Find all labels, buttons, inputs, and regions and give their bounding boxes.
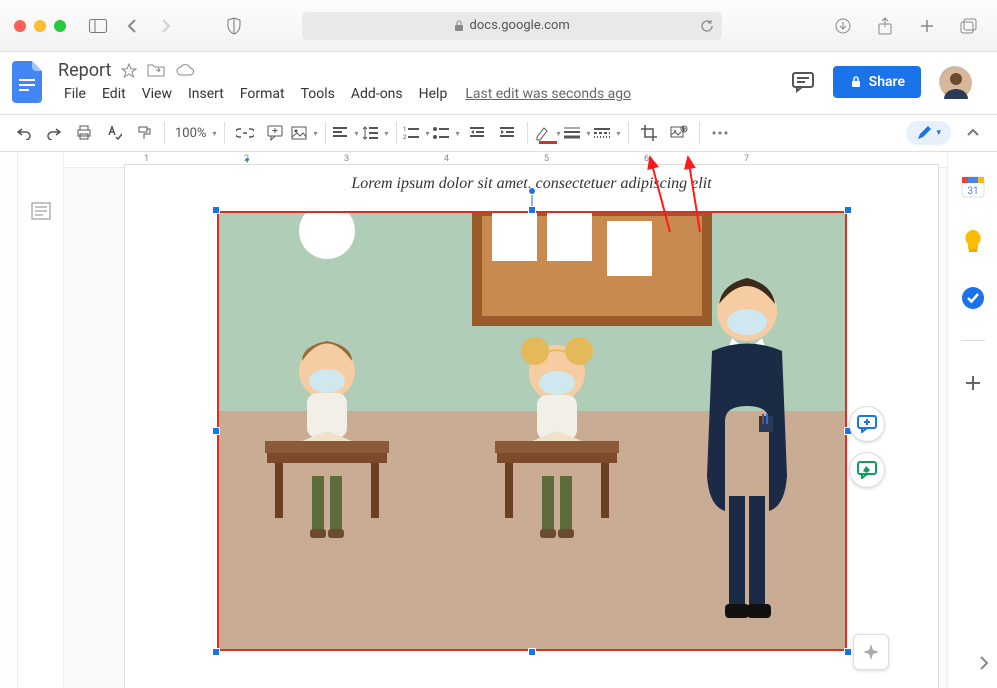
menu-help[interactable]: Help: [413, 83, 454, 105]
more-button[interactable]: [706, 119, 734, 147]
resize-handle-ml[interactable]: [212, 427, 220, 435]
line-spacing-button[interactable]: [362, 119, 390, 147]
maximize-window-button[interactable]: [54, 20, 66, 32]
print-button[interactable]: [70, 119, 98, 147]
shield-icon[interactable]: [220, 12, 248, 40]
resize-handle-tl[interactable]: [212, 206, 220, 214]
redo-button[interactable]: [40, 119, 68, 147]
insert-link-button[interactable]: [231, 119, 259, 147]
menu-addons[interactable]: Add-ons: [345, 83, 409, 105]
undo-button[interactable]: [10, 119, 38, 147]
refresh-icon[interactable]: [700, 19, 714, 33]
move-icon[interactable]: [147, 63, 165, 79]
menu-file[interactable]: File: [58, 83, 92, 105]
menu-format[interactable]: Format: [234, 83, 291, 105]
outline-icon[interactable]: [31, 202, 51, 688]
image-options-button[interactable]: [665, 119, 693, 147]
border-color-button[interactable]: [534, 119, 562, 147]
zoom-select[interactable]: 100%: [171, 119, 218, 147]
share-button[interactable]: Share: [833, 66, 921, 98]
lock-icon: [454, 20, 464, 32]
menu-tools[interactable]: Tools: [295, 83, 341, 105]
resize-handle-bl[interactable]: [212, 648, 220, 656]
tabs-icon[interactable]: [955, 12, 983, 40]
url-text: docs.google.com: [470, 18, 570, 33]
increase-indent-button[interactable]: [493, 119, 521, 147]
rotation-handle[interactable]: [528, 187, 536, 195]
hide-menus-button[interactable]: [959, 119, 987, 147]
get-addons-icon[interactable]: [959, 369, 987, 397]
svg-text:31: 31: [967, 186, 978, 197]
side-panel: 31: [947, 152, 997, 688]
back-button[interactable]: [118, 12, 146, 40]
docs-logo-icon[interactable]: [8, 62, 48, 102]
selected-image[interactable]: [217, 211, 847, 651]
svg-text:1: 1: [403, 126, 406, 133]
svg-text:2: 2: [403, 134, 407, 140]
outline-panel: [18, 152, 64, 688]
crop-image-button[interactable]: [635, 119, 663, 147]
edit-status[interactable]: Last edit was seconds ago: [465, 86, 631, 102]
tasks-app-icon[interactable]: [959, 284, 987, 312]
share-label: Share: [869, 74, 905, 90]
editing-mode-button[interactable]: ▾: [906, 121, 951, 145]
menu-bar: File Edit View Insert Format Tools Add-o…: [58, 83, 631, 105]
explore-button[interactable]: [853, 634, 889, 670]
hide-side-panel-button[interactable]: [979, 656, 989, 670]
resize-handle-tm[interactable]: [528, 206, 536, 214]
decrease-indent-button[interactable]: [463, 119, 491, 147]
selection-border: [217, 211, 847, 651]
bulleted-list-button[interactable]: [433, 119, 461, 147]
keep-app-icon[interactable]: [959, 228, 987, 256]
resize-handle-tr[interactable]: [844, 206, 852, 214]
cloud-status-icon[interactable]: [175, 63, 195, 79]
doc-title[interactable]: Report: [58, 60, 111, 81]
page-area[interactable]: ▾ 1 2 3 4 5 6 7 Lorem ipsum dolor sit am…: [64, 152, 947, 688]
paint-format-button[interactable]: [130, 119, 158, 147]
add-comment-floating-button[interactable]: [849, 406, 885, 442]
share-sheet-icon[interactable]: [871, 12, 899, 40]
browser-chrome: docs.google.com: [0, 0, 997, 52]
menu-edit[interactable]: Edit: [96, 83, 132, 105]
calendar-app-icon[interactable]: 31: [959, 172, 987, 200]
rotation-handle-line: [531, 193, 532, 207]
align-button[interactable]: [332, 119, 360, 147]
menu-view[interactable]: View: [136, 83, 178, 105]
border-dash-button[interactable]: [594, 119, 622, 147]
floating-comment-buttons: [849, 406, 885, 488]
open-comments-icon[interactable]: [791, 71, 815, 93]
resize-handle-bm[interactable]: [528, 648, 536, 656]
star-icon[interactable]: [121, 63, 137, 79]
new-tab-icon[interactable]: [913, 12, 941, 40]
downloads-icon[interactable]: [829, 12, 857, 40]
sidebar-toggle-icon[interactable]: [84, 12, 112, 40]
spellcheck-button[interactable]: [100, 119, 128, 147]
suggest-edits-floating-button[interactable]: [849, 452, 885, 488]
insert-image-button[interactable]: [291, 119, 319, 147]
address-bar[interactable]: docs.google.com: [302, 12, 722, 40]
vertical-ruler[interactable]: [0, 152, 18, 688]
lock-icon: [849, 75, 863, 89]
window-controls: [14, 20, 66, 32]
border-weight-button[interactable]: [564, 119, 592, 147]
close-window-button[interactable]: [14, 20, 26, 32]
minimize-window-button[interactable]: [34, 20, 46, 32]
pencil-icon: [916, 125, 932, 141]
forward-button[interactable]: [152, 12, 180, 40]
toolbar: 100% 12 ▾: [0, 114, 997, 152]
doc-header: Report File Edit View Insert Format Tool…: [0, 52, 997, 114]
numbered-list-button[interactable]: 12: [403, 119, 431, 147]
workspace: ▾ 1 2 3 4 5 6 7 Lorem ipsum dolor sit am…: [0, 152, 997, 688]
account-avatar[interactable]: [939, 66, 971, 98]
resize-handle-br[interactable]: [844, 648, 852, 656]
menu-insert[interactable]: Insert: [182, 83, 230, 105]
document-page[interactable]: Lorem ipsum dolor sit amet, consectetuer…: [124, 164, 939, 688]
add-comment-button[interactable]: [261, 119, 289, 147]
